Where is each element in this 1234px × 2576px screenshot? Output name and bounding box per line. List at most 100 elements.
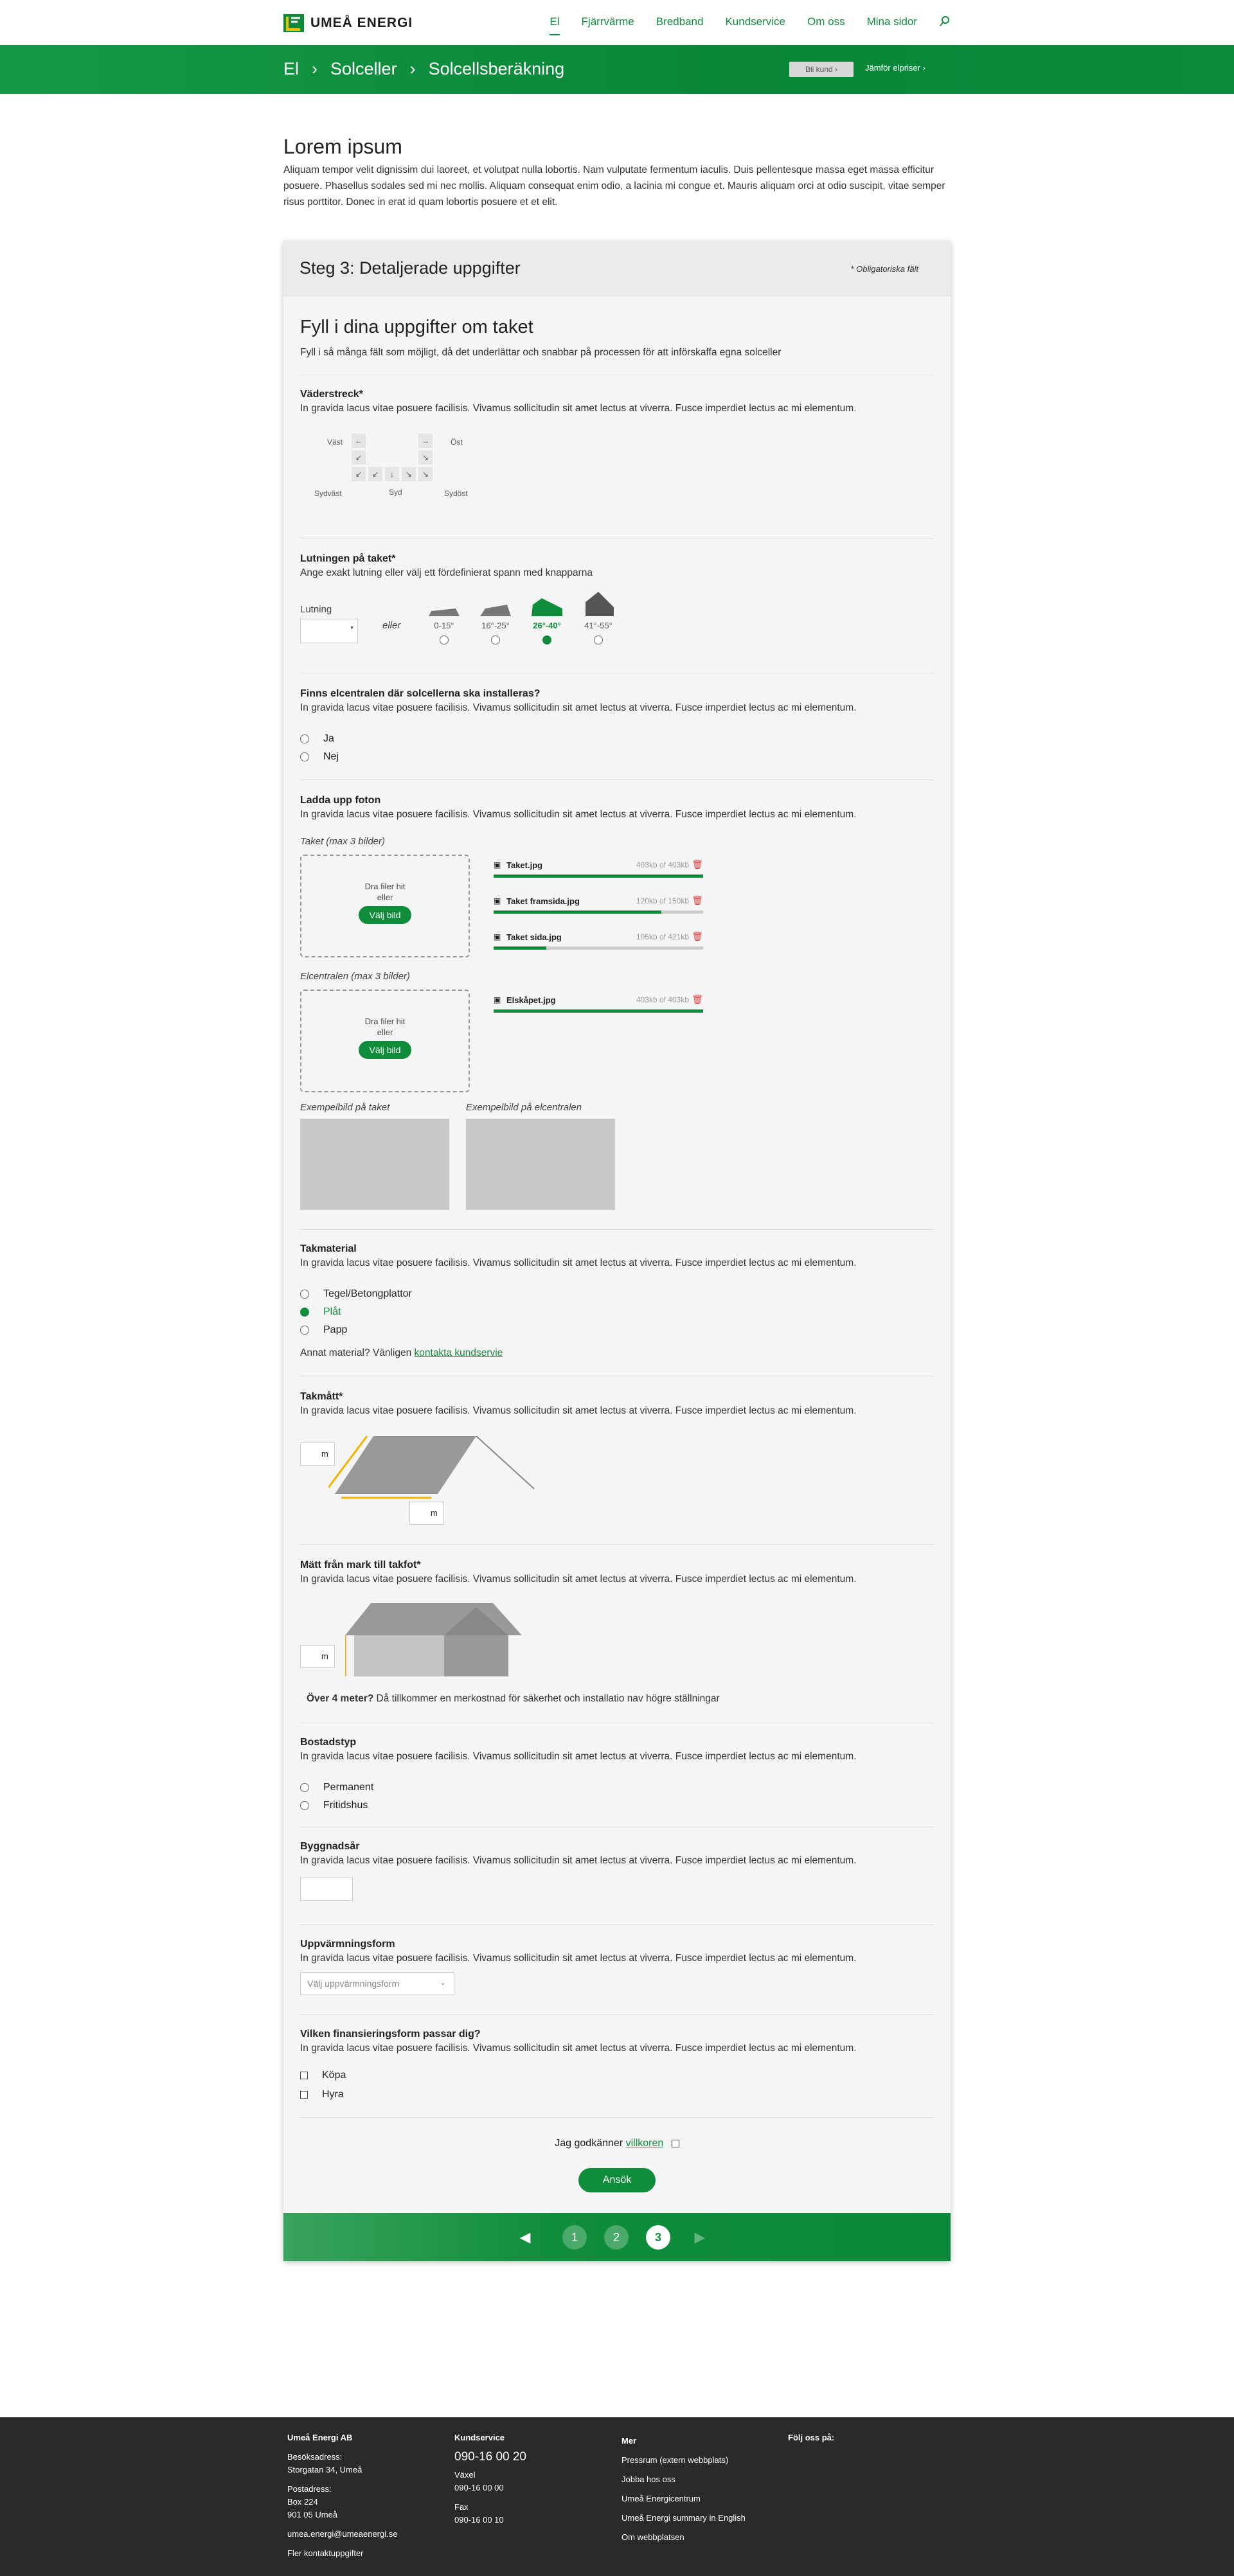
footer-email-link[interactable]: umea.energi@umeaenergi.se	[287, 2528, 397, 2541]
terms-row: Jag godkänner villkoren	[283, 2138, 951, 2149]
crumb-solceller[interactable]: Solceller	[330, 59, 397, 79]
slope-radio[interactable]	[542, 635, 551, 644]
footer-link[interactable]: Om webbplatsen	[621, 2528, 746, 2547]
step-title: Steg 3: Detaljerade uppgifter	[300, 258, 521, 278]
height-input[interactable]: m	[300, 1645, 335, 1668]
file-size: 403kb of 403kb	[636, 995, 689, 1004]
arrow-wsw-icon[interactable]: ↙	[352, 450, 366, 465]
panel-option-no[interactable]: Nej	[300, 751, 339, 763]
radio[interactable]	[300, 1326, 309, 1335]
footer-text: Storgatan 34, Umeå	[287, 2465, 362, 2474]
compass-picker: Väst Öst Sydväst Syd Sydöst ← ↙ ↙ ↙ ↓ ↘ …	[314, 434, 481, 504]
arrow-east-icon[interactable]: →	[418, 434, 433, 448]
terms-link[interactable]: villkoren	[626, 2138, 664, 2149]
label-southeast: Sydöst	[444, 489, 468, 498]
arrow-ese-icon[interactable]: ↘	[418, 450, 433, 465]
choose-image-button[interactable]: Välj bild	[359, 1041, 411, 1059]
footer-link[interactable]: Pressrum (extern webbplats)	[621, 2451, 746, 2470]
trash-icon[interactable]: 🗑	[692, 859, 703, 870]
radio[interactable]	[300, 734, 309, 743]
radio[interactable]	[300, 1783, 309, 1792]
contact-support-link[interactable]: kontakta kundservie	[415, 1347, 503, 1358]
material-option-papp[interactable]: Papp	[300, 1324, 347, 1336]
footer-text: Besöksadress:	[287, 2452, 343, 2462]
trash-icon[interactable]: 🗑	[692, 994, 703, 1005]
choose-image-button[interactable]: Välj bild	[359, 906, 411, 924]
checkbox[interactable]	[300, 2091, 308, 2099]
roof-upload-caption: Taket (max 3 bilder)	[300, 836, 385, 847]
radio[interactable]	[300, 1290, 309, 1299]
page-3[interactable]: 3	[646, 2225, 670, 2250]
radio[interactable]	[300, 1308, 309, 1317]
footer-link[interactable]: Jobba hos oss	[621, 2470, 746, 2489]
year-desc: In gravida lacus vitae posuere facilisis…	[300, 1855, 857, 1866]
upload-progress-fill	[494, 910, 661, 914]
terms-checkbox[interactable]	[671, 2139, 679, 2147]
slope-radio[interactable]	[491, 635, 500, 644]
housing-option-permanent[interactable]: Permanent	[300, 1782, 373, 1793]
slope-option-3[interactable]: 26°-40°	[528, 596, 566, 648]
compare-prices-link[interactable]: Jämför elpriser ›	[865, 63, 926, 73]
roof-size-illustration	[328, 1436, 535, 1499]
footer-text: 090-16 00 00	[454, 2483, 504, 2492]
arrow-ssw-icon[interactable]: ↙	[368, 467, 382, 481]
finance-option-kopa[interactable]: Köpa	[300, 2070, 346, 2081]
footer-link[interactable]: Umeå Energi summary in English	[621, 2509, 746, 2528]
housing-option-fritidshus[interactable]: Fritidshus	[300, 1800, 368, 1811]
checkbox[interactable]	[300, 2072, 308, 2079]
nav-mina-sidor[interactable]: Mina sidor	[867, 15, 917, 35]
nav-kundservice[interactable]: Kundservice	[725, 15, 785, 35]
radio-label: Tegel/Betongplattor	[323, 1288, 412, 1299]
nav-bredband[interactable]: Bredband	[656, 15, 704, 35]
radio[interactable]	[300, 1801, 309, 1810]
roof-width-input[interactable]: m	[300, 1443, 335, 1466]
arrow-sse-icon[interactable]: ↘	[402, 467, 416, 481]
terms-text: Jag godkänner	[555, 2138, 626, 2149]
nav-om-oss[interactable]: Om oss	[807, 15, 845, 35]
crumb-el[interactable]: El	[283, 59, 299, 79]
arrow-south-icon[interactable]: ↓	[385, 467, 399, 481]
footer-link[interactable]: Umeå Energicentrum	[621, 2489, 746, 2509]
slope-option-1[interactable]: 0-15°	[425, 600, 463, 648]
panel-option-yes[interactable]: Ja	[300, 733, 334, 745]
roof-title: Fyll i dina uppgifter om taket	[300, 317, 533, 337]
become-customer-button[interactable]: Bli kund ›	[789, 62, 854, 77]
arrow-se-icon[interactable]: ↘	[418, 467, 433, 481]
nav-fjarrvarme[interactable]: Fjärrvärme	[582, 15, 634, 35]
panel-dropzone[interactable]: Dra filer hit eller Välj bild	[300, 990, 470, 1092]
roof-dropzone[interactable]: Dra filer hit eller Välj bild	[300, 855, 470, 957]
checkbox-label: Köpa	[322, 2070, 346, 2081]
finance-option-hyra[interactable]: Hyra	[300, 2089, 344, 2101]
page-2[interactable]: 2	[604, 2225, 629, 2250]
material-option-tegel[interactable]: Tegel/Betongplattor	[300, 1288, 412, 1300]
height-note-text: Då tillkommer en merkostnad för säkerhet…	[373, 1693, 720, 1704]
logo[interactable]: UMEÅ ENERGI	[283, 14, 413, 32]
footer-company: Umeå Energi AB Besöksadress: Storgatan 3…	[287, 2431, 397, 2560]
search-icon[interactable]	[939, 15, 951, 35]
roof-length-input[interactable]: m	[409, 1502, 444, 1525]
heating-select[interactable]: Välj uppvärmningsform ⌄	[300, 1972, 454, 1995]
slope-input[interactable]: ▾	[300, 619, 358, 643]
height-label: Mätt från mark till takfot*	[300, 1559, 421, 1570]
page-1[interactable]: 1	[562, 2225, 587, 2250]
arrow-west-icon[interactable]: ←	[352, 434, 366, 448]
trash-icon[interactable]: 🗑	[692, 895, 703, 906]
height-section: Mätt från mark till takfot* In gravida l…	[300, 1559, 933, 1585]
build-year-input[interactable]	[300, 1878, 353, 1901]
trash-icon[interactable]: 🗑	[692, 931, 703, 942]
label-west: Väst	[327, 438, 343, 447]
footer-heading: Kundservice	[454, 2433, 505, 2442]
material-option-plat[interactable]: Plåt	[300, 1306, 341, 1318]
slope-option-4[interactable]: 41°-55°	[579, 591, 618, 648]
footer-more-contacts-link[interactable]: Fler kontaktuppgifter	[287, 2547, 397, 2560]
submit-button[interactable]: Ansök	[578, 2168, 656, 2192]
arrow-sw-icon[interactable]: ↙	[352, 467, 366, 481]
footer-text: 901 05 Umeå	[287, 2510, 338, 2519]
slope-option-2[interactable]: 16°-25°	[476, 600, 515, 648]
slope-radio[interactable]	[594, 635, 603, 644]
prev-arrow-icon[interactable]: ◀	[513, 2225, 537, 2250]
slope-radio[interactable]	[440, 635, 449, 644]
footer-phone[interactable]: 090-16 00 20	[454, 2451, 526, 2464]
nav-el[interactable]: El	[550, 15, 560, 35]
radio[interactable]	[300, 752, 309, 761]
